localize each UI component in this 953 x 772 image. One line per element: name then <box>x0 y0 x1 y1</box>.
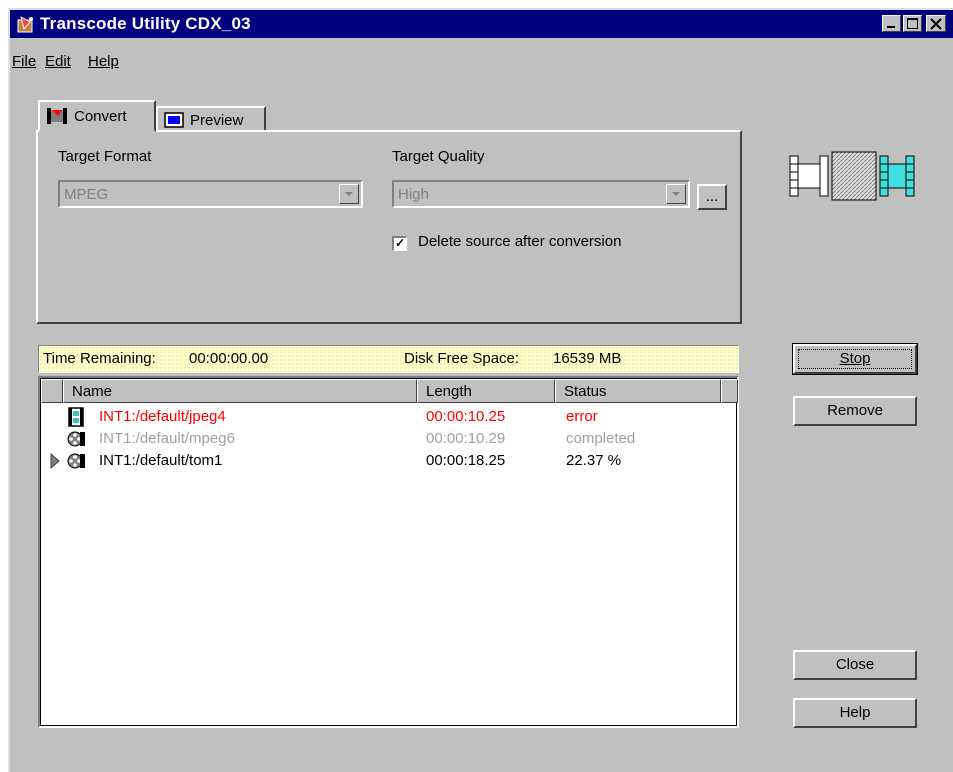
tab-preview-label: Preview <box>190 112 244 129</box>
table-row[interactable]: INT1:/default/jpeg4 00:00:10.25 error <box>41 405 736 429</box>
column-header-status-label: Status <box>564 383 607 400</box>
quality-options-label: ... <box>705 188 719 205</box>
menu-edit-label: Edit <box>45 53 71 70</box>
target-format-select[interactable]: MPEG <box>58 180 363 208</box>
menu-file[interactable]: File <box>12 53 36 70</box>
chevron-down-icon[interactable] <box>339 184 359 204</box>
row-name: INT1:/default/jpeg4 <box>99 408 226 425</box>
menu-file-label: File <box>12 53 37 70</box>
maximize-icon <box>907 18 918 29</box>
film-reel-icon <box>67 431 85 447</box>
disk-free-label: Disk Free Space: <box>404 350 520 367</box>
target-quality-label: Target Quality <box>392 148 485 165</box>
convert-panel: Target Format MPEG Target Quality High .… <box>36 130 742 324</box>
stop-button[interactable]: Stop <box>792 343 918 375</box>
target-format-label: Target Format <box>58 148 152 165</box>
row-status: error <box>566 408 598 425</box>
minimize-button[interactable] <box>882 15 901 32</box>
tab-convert[interactable]: Convert <box>38 100 156 132</box>
delete-source-label: Delete source after conversion <box>418 233 622 250</box>
row-name: INT1:/default/tom1 <box>99 452 223 469</box>
remove-button-label: Remove <box>827 402 883 419</box>
target-quality-select[interactable]: High <box>392 180 690 208</box>
checkmark-icon: ✓ <box>394 236 406 250</box>
target-quality-value: High <box>398 186 429 203</box>
title-bar[interactable]: Transcode Utility CDX_03 <box>10 10 953 38</box>
quality-options-button[interactable]: ... <box>697 184 727 210</box>
help-button-label: Help <box>839 704 871 721</box>
close-button[interactable]: Close <box>793 650 917 680</box>
row-length: 00:00:18.25 <box>426 452 506 469</box>
table-row[interactable]: INT1:/default/tom1 00:00:18.25 22.37 % <box>41 449 736 473</box>
column-header-status[interactable]: Status <box>555 379 721 403</box>
delete-source-checkbox[interactable]: ✓ <box>392 236 407 251</box>
menu-help-label: Help <box>88 53 119 70</box>
close-button-label: Close <box>835 656 875 673</box>
window-title: Transcode Utility CDX_03 <box>40 14 251 33</box>
status-bar: Time Remaining: 00:00:00.00 Disk Free Sp… <box>38 345 739 373</box>
minimize-icon <box>887 26 895 28</box>
chevron-down-icon[interactable] <box>666 184 686 204</box>
row-status: 22.37 % <box>566 452 622 469</box>
row-length: 00:00:10.29 <box>426 430 506 447</box>
focus-rect <box>798 349 912 369</box>
convert-icon <box>47 108 67 124</box>
help-button[interactable]: Help <box>793 698 917 728</box>
time-remaining-label: Time Remaining: <box>43 350 156 367</box>
transcode-window: Transcode Utility CDX_03 File Edit Help … <box>8 8 953 772</box>
close-window-button[interactable] <box>926 15 946 32</box>
row-status: completed <box>566 430 636 447</box>
table-row[interactable]: INT1:/default/mpeg6 00:00:10.29 complete… <box>41 427 736 451</box>
app-icon <box>17 16 33 33</box>
menu-edit[interactable]: Edit <box>45 53 71 70</box>
close-icon <box>930 18 942 30</box>
preview-icon <box>164 112 184 128</box>
column-header-length[interactable]: Length <box>417 379 555 403</box>
maximize-button[interactable] <box>903 15 922 32</box>
target-format-value: MPEG <box>64 186 109 203</box>
column-header-name-label: Name <box>72 383 113 400</box>
film-strip-icon <box>68 407 84 427</box>
remove-button[interactable]: Remove <box>793 396 917 426</box>
row-name: INT1:/default/mpeg6 <box>99 430 235 447</box>
column-header-length-label: Length <box>426 383 472 400</box>
time-remaining-value: 00:00:00.00 <box>189 350 269 367</box>
film-reel-icon <box>67 453 85 469</box>
current-row-arrow-icon <box>50 453 60 469</box>
job-list[interactable]: Name Length Status INT1:/default/jpeg4 0… <box>38 376 739 728</box>
tab-convert-label: Convert <box>74 108 127 125</box>
disk-free-value: 16539 MB <box>553 350 622 367</box>
column-header-indicator[interactable] <box>41 379 63 403</box>
menu-bar: File Edit Help <box>10 38 953 70</box>
tab-preview[interactable]: Preview <box>156 106 266 132</box>
menu-help[interactable]: Help <box>88 53 119 70</box>
column-header-filler <box>721 379 738 403</box>
column-header-name[interactable]: Name <box>63 379 417 403</box>
row-length: 00:00:10.25 <box>426 408 506 425</box>
filmstrip-graphic-icon <box>789 151 915 201</box>
